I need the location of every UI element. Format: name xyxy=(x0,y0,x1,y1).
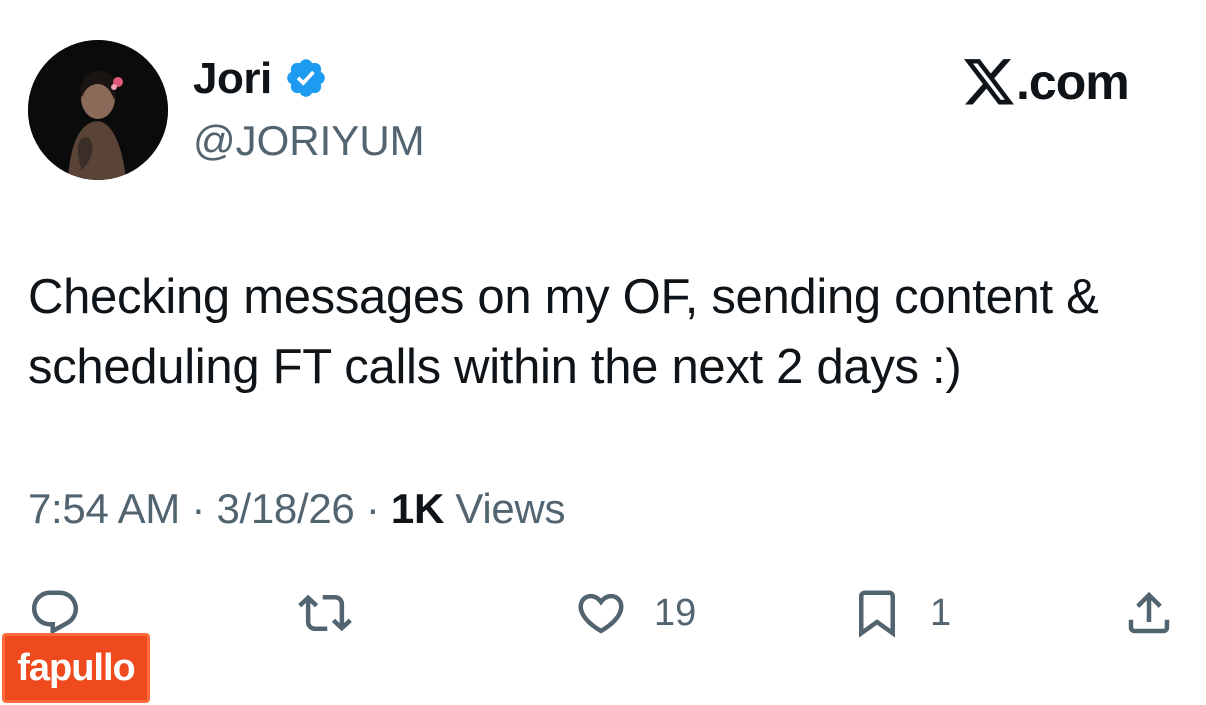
tweet-meta: 7:54 AM · 3/18/26 · 1K Views xyxy=(28,484,565,534)
reply-icon xyxy=(31,590,79,635)
x-brand: .com xyxy=(964,54,1130,110)
like-button[interactable]: 19 xyxy=(574,585,696,641)
user-handle[interactable]: @JORIYUM xyxy=(193,117,425,165)
avatar[interactable] xyxy=(28,40,168,180)
bookmark-icon xyxy=(859,590,895,638)
watermark-logo: fapullo xyxy=(2,633,150,703)
x-logo-icon xyxy=(964,59,1014,105)
share-button[interactable] xyxy=(1122,585,1176,641)
brand-domain: .com xyxy=(1016,54,1130,110)
meta-separator: · xyxy=(365,485,380,532)
heart-icon xyxy=(578,593,624,634)
tweet-text: Checking messages on my OF, sending cont… xyxy=(28,270,1099,394)
tweet-time[interactable]: 7:54 AM xyxy=(28,485,180,532)
display-name[interactable]: Jori xyxy=(193,54,272,104)
views-count: 1K xyxy=(390,485,444,532)
share-icon xyxy=(1128,591,1170,634)
retweet-icon xyxy=(298,594,352,632)
bookmark-count: 1 xyxy=(930,591,952,634)
retweet-button[interactable] xyxy=(298,585,352,641)
verified-badge-icon xyxy=(287,59,325,97)
bookmark-button[interactable]: 1 xyxy=(850,585,951,641)
meta-separator: · xyxy=(191,485,206,532)
views-label: Views xyxy=(455,485,566,532)
like-count: 19 xyxy=(654,591,697,634)
watermark-text: fapullo xyxy=(17,646,136,689)
tweet-date[interactable]: 3/18/26 xyxy=(216,485,354,532)
